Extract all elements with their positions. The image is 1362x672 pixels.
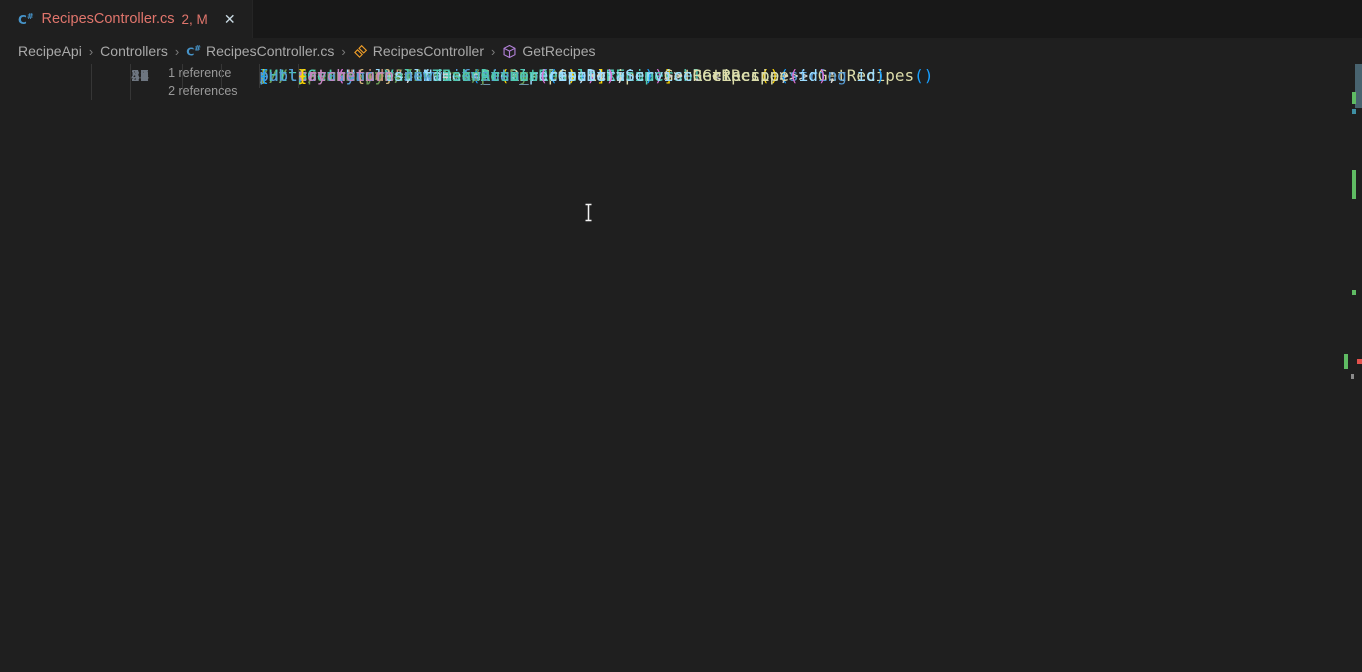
breadcrumb-item-controllers[interactable]: Controllers	[100, 43, 168, 59]
breadcrumb-label: RecipesController	[373, 43, 484, 59]
tab-recipescontroller[interactable]: C# RecipesController.cs 2, M ✕	[0, 0, 253, 38]
breadcrumb-label: RecipesController.cs	[206, 43, 334, 59]
breadcrumb-label: RecipeApi	[18, 43, 82, 59]
overview-ruler-mark	[1352, 92, 1356, 104]
chevron-right-icon: ›	[491, 44, 495, 59]
scrollbar	[1348, 64, 1362, 672]
overview-ruler-mark	[1352, 170, 1356, 199]
chevron-right-icon: ›	[341, 44, 345, 59]
overview-ruler-mark	[1357, 359, 1362, 364]
breadcrumb-item-recipescontroller[interactable]: RecipesController	[353, 43, 484, 59]
class-symbol-icon	[353, 44, 368, 59]
code-editor[interactable]: 29 /// </summary>30 /// <returns></retur…	[0, 64, 1362, 100]
csharp-file-icon: C#	[186, 44, 201, 59]
tab-bar: C# RecipesController.cs 2, M ✕	[0, 0, 1362, 38]
line-number[interactable]: 52	[91, 64, 149, 88]
overview-ruler-mark	[1352, 290, 1356, 295]
breadcrumb-label: GetRecipes	[522, 43, 595, 59]
csharp-file-icon: C#	[18, 12, 34, 27]
chevron-right-icon: ›	[175, 44, 179, 59]
overview-ruler-mark	[1344, 354, 1348, 369]
breadcrumb-item-recipeapi[interactable]: RecipeApi	[18, 43, 82, 59]
close-icon[interactable]: ✕	[220, 9, 240, 29]
method-symbol-icon	[502, 44, 517, 59]
breadcrumb: RecipeApi › Controllers › C# RecipesControlle…	[0, 38, 1362, 64]
breadcrumb-item-getrecipes[interactable]: GetRecipes	[502, 43, 595, 59]
overview-ruler-mark	[1351, 374, 1354, 379]
vscode-window: { "tab": { "title": "RecipesController.c…	[0, 0, 1362, 672]
chevron-right-icon: ›	[89, 44, 93, 59]
scrollbar-thumb[interactable]	[1355, 64, 1362, 108]
tab-title: RecipesController.cs	[42, 11, 175, 27]
overview-ruler-mark	[1352, 109, 1356, 114]
code-text: {	[182, 64, 307, 88]
breadcrumb-item-recipescontroller-cs[interactable]: C# RecipesController.cs	[186, 43, 334, 59]
tab-problems-modified-badge: 2, M	[182, 12, 208, 27]
text-cursor-pointer	[582, 202, 595, 228]
breadcrumb-label: Controllers	[100, 43, 168, 59]
